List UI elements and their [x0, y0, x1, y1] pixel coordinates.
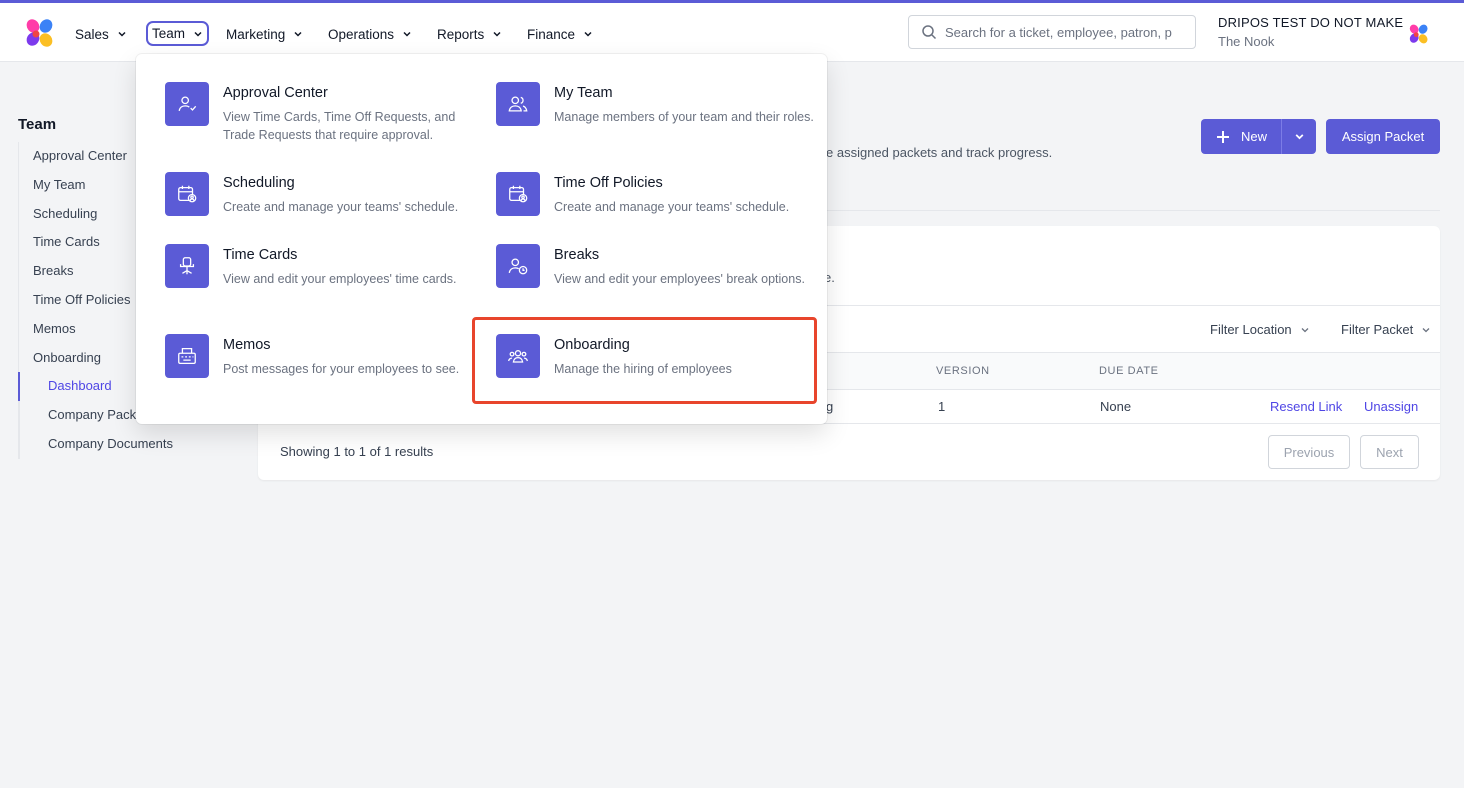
- chevron-down-icon: [194, 31, 202, 37]
- calendar-user-icon: [496, 172, 540, 216]
- menu-item-onboarding[interactable]: Onboarding Manage the hiring of employee…: [496, 334, 816, 404]
- nav-finance[interactable]: Finance: [527, 21, 593, 47]
- nav-operations[interactable]: Operations: [328, 21, 412, 47]
- user-clock-icon: [496, 244, 540, 288]
- unassign-button[interactable]: Unassign: [1364, 399, 1418, 414]
- chevron-down-icon: [294, 31, 302, 37]
- table-cell-due-date: None: [1100, 399, 1132, 414]
- new-button[interactable]: New: [1201, 119, 1316, 154]
- menu-item-my-team[interactable]: My Team Manage members of your team and …: [496, 82, 816, 152]
- global-search[interactable]: [908, 15, 1196, 49]
- menu-item-memos[interactable]: Memos Post messages for your employees t…: [165, 334, 485, 404]
- menu-item-description: View and edit your employees' time cards…: [223, 272, 457, 286]
- nav-sales[interactable]: Sales: [75, 21, 127, 47]
- nav-operations-label: Operations: [328, 26, 395, 42]
- menu-item-breaks[interactable]: Breaks View and edit your employees' bre…: [496, 244, 816, 314]
- nav-marketing-label: Marketing: [226, 26, 286, 42]
- menu-item-title: Onboarding: [554, 337, 630, 353]
- account-switcher[interactable]: DRIPOS TEST DO NOT MAKE The Nook: [1218, 15, 1403, 49]
- new-button-label: New: [1241, 129, 1268, 144]
- user-group-icon: [496, 334, 540, 378]
- search-input[interactable]: [945, 24, 1181, 40]
- table-cell-name: g: [826, 399, 834, 414]
- user-check-icon: [165, 82, 209, 126]
- calendar-user-icon: [165, 172, 209, 216]
- menu-item-title: Breaks: [554, 247, 600, 263]
- sidebar-title: Team: [18, 116, 57, 133]
- nav-finance-label: Finance: [527, 26, 576, 42]
- menu-item-scheduling[interactable]: Scheduling Create and manage your teams'…: [165, 172, 485, 242]
- menu-item-description: Create and manage your teams' schedule.: [554, 200, 790, 214]
- menu-item-title: Time Cards: [223, 247, 298, 263]
- typewriter-icon: [165, 334, 209, 378]
- nav-reports-label: Reports: [437, 26, 485, 42]
- assign-packet-button[interactable]: Assign Packet: [1326, 119, 1440, 154]
- nav-marketing[interactable]: Marketing: [226, 21, 303, 47]
- sidebar-subitem-company-documents[interactable]: Company Documents: [20, 430, 198, 459]
- menu-item-time-cards[interactable]: Time Cards View and edit your employees'…: [165, 244, 485, 314]
- filter-location-label: Filter Location: [1210, 322, 1292, 337]
- nav-team[interactable]: Team: [146, 21, 210, 46]
- button-split-divider: [1281, 119, 1282, 154]
- team-dropdown-menu: Approval Center View Time Cards, Time Of…: [136, 54, 827, 424]
- chevron-down-icon: [584, 31, 592, 37]
- menu-item-title: Approval Center: [223, 85, 328, 101]
- column-header-version: VERSION: [936, 365, 990, 377]
- dripos-logo[interactable]: [24, 17, 56, 49]
- page-subtitle: e assigned packets and track progress.: [826, 145, 1053, 160]
- menu-item-description: Manage members of your team and their ro…: [554, 110, 814, 124]
- menu-item-description: Manage the hiring of employees: [554, 362, 732, 376]
- previous-page-button[interactable]: Previous: [1268, 435, 1350, 469]
- plus-icon: [1217, 130, 1229, 143]
- chevron-down-icon: [493, 31, 501, 37]
- menu-item-title: Memos: [223, 337, 271, 353]
- menu-item-title: Time Off Policies: [554, 175, 663, 191]
- menu-item-description: Post messages for your employees to see.: [223, 362, 460, 376]
- chevron-down-icon: [118, 31, 126, 37]
- account-logo-icon[interactable]: [1408, 23, 1430, 45]
- nav-team-label: Team: [152, 26, 186, 41]
- resend-link-button[interactable]: Resend Link: [1270, 399, 1342, 414]
- menu-item-title: My Team: [554, 85, 613, 101]
- office-chair-icon: [165, 244, 209, 288]
- menu-item-description: Create and manage your teams' schedule.: [223, 200, 459, 214]
- menu-item-approval-center[interactable]: Approval Center View Time Cards, Time Of…: [165, 82, 485, 152]
- filter-packet-label: Filter Packet: [1341, 322, 1414, 337]
- chevron-down-icon: [403, 31, 411, 37]
- table-cell-version: 1: [938, 399, 946, 414]
- column-header-due-date: DUE DATE: [1099, 365, 1159, 377]
- nav-reports[interactable]: Reports: [437, 21, 502, 47]
- next-page-button[interactable]: Next: [1360, 435, 1419, 469]
- menu-item-title: Scheduling: [223, 175, 295, 191]
- chevron-down-icon: [1301, 327, 1309, 332]
- chevron-down-icon: [1422, 327, 1430, 332]
- chevron-down-icon[interactable]: [1294, 131, 1305, 142]
- menu-item-description: View Time Cards, Time Off Requests, and …: [223, 110, 456, 142]
- nav-sales-label: Sales: [75, 26, 109, 42]
- search-icon: [922, 25, 937, 40]
- account-location: The Nook: [1218, 34, 1275, 49]
- pagination-summary: Showing 1 to 1 of 1 results: [280, 444, 434, 459]
- users-icon: [496, 82, 540, 126]
- menu-item-time-off-policies[interactable]: Time Off Policies Create and manage your…: [496, 172, 816, 242]
- account-name: DRIPOS TEST DO NOT MAKE: [1218, 15, 1404, 30]
- filter-packet-dropdown[interactable]: Filter Packet: [1341, 322, 1431, 337]
- menu-item-description: View and edit your employees' break opti…: [554, 272, 805, 286]
- filter-location-dropdown[interactable]: Filter Location: [1210, 322, 1310, 337]
